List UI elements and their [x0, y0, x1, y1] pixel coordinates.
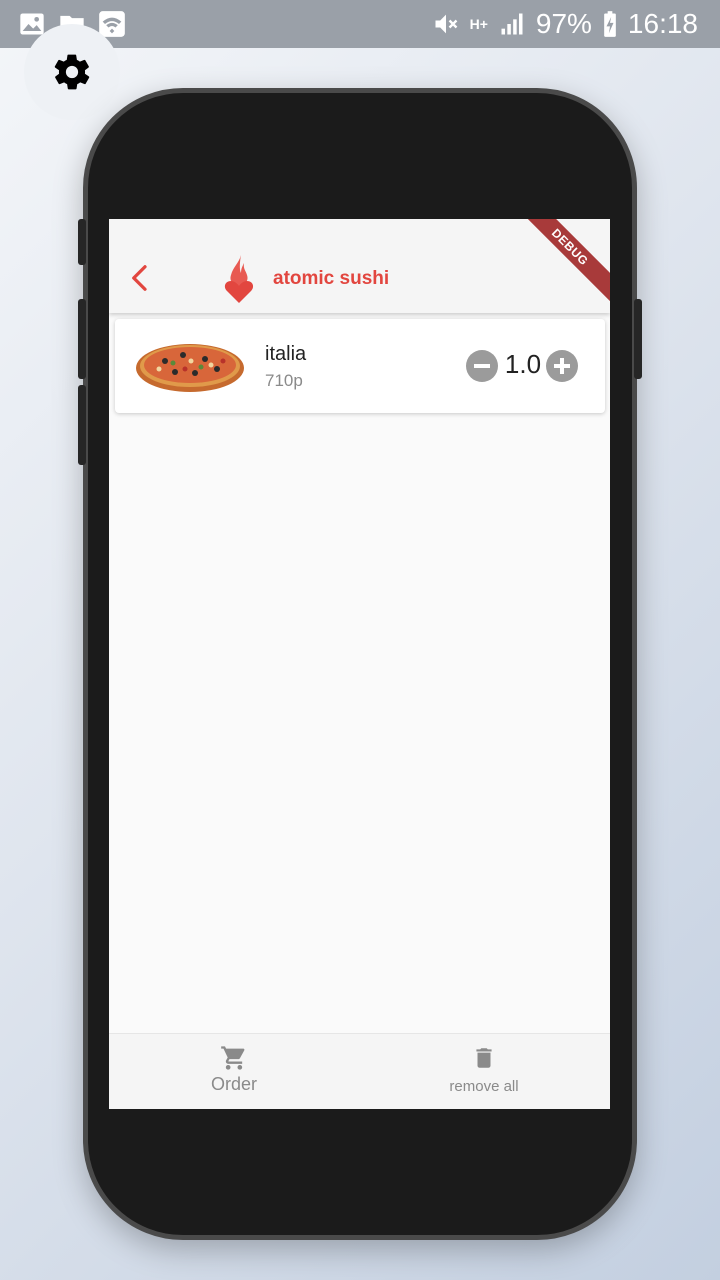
app-title: atomic sushi — [273, 268, 390, 289]
settings-button[interactable] — [24, 24, 120, 120]
status-right: H+ 97% 16:18 — [432, 8, 698, 40]
remove-all-button[interactable]: remove all — [429, 1044, 539, 1104]
order-label: Order — [210, 1074, 257, 1094]
remove-all-label: remove all — [449, 1078, 519, 1095]
phone-volume-down — [78, 385, 86, 465]
app-screen: atomic sushi DEBUG italia 710p 1.0 Order… — [109, 219, 610, 1109]
phone-power-button — [634, 299, 642, 379]
clock: 16:18 — [627, 8, 698, 39]
bottom-bar: Order remove all — [109, 1033, 610, 1109]
phone-side-button — [78, 219, 86, 265]
phone-volume-up — [78, 299, 86, 379]
app-bar: atomic sushi DEBUG — [109, 219, 610, 313]
increase-quantity-button[interactable] — [546, 350, 578, 382]
item-price: 710p — [265, 371, 303, 390]
battery-charging-icon — [604, 11, 616, 37]
item-name: italia — [265, 343, 307, 365]
battery-percent: 97% — [535, 8, 592, 39]
gear-icon — [54, 54, 90, 90]
cart-item[interactable]: italia 710p 1.0 — [115, 319, 605, 413]
order-button[interactable]: Order — [189, 1044, 279, 1104]
signal-icon — [501, 13, 523, 35]
shopping-cart-icon — [221, 1046, 245, 1070]
trash-icon — [476, 1048, 492, 1068]
network-type: H+ — [469, 16, 488, 32]
debug-banner: DEBUG — [513, 219, 610, 304]
flame-heart-icon — [224, 255, 254, 303]
chevron-left-icon[interactable] — [125, 263, 155, 293]
mute-icon — [435, 14, 457, 34]
decrease-quantity-button[interactable] — [466, 350, 498, 382]
pizza-image — [136, 344, 244, 392]
item-quantity: 1.0 — [504, 349, 542, 379]
